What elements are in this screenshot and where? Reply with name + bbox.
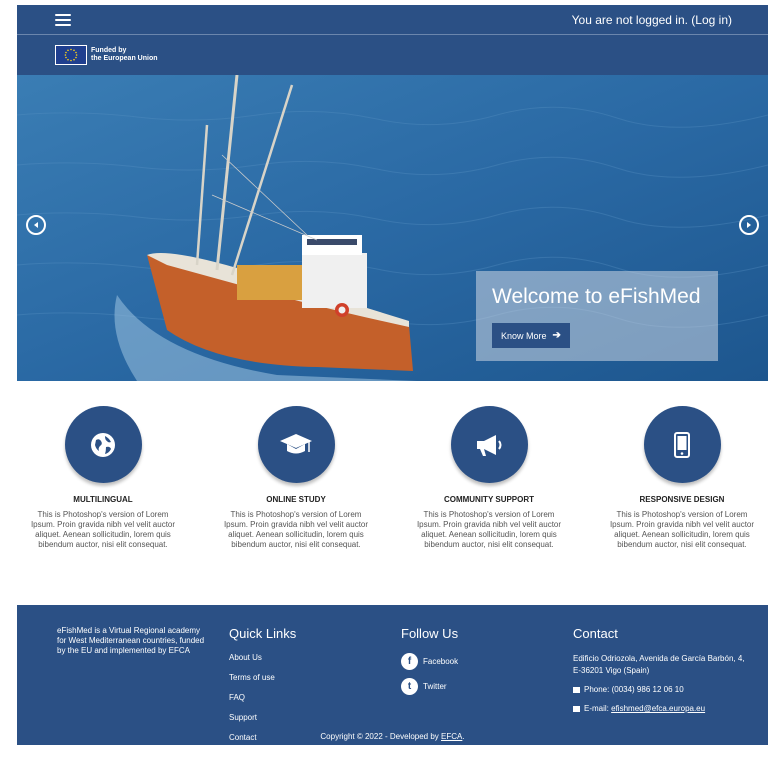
link-faq[interactable]: FAQ	[229, 693, 401, 702]
feature-title: COMMUNITY SUPPORT	[443, 495, 535, 504]
feature-text: This is Photoshop's version of Lorem Ips…	[30, 510, 176, 549]
copyright-suffix: .	[462, 732, 465, 741]
feature-text: This is Photoshop's version of Lorem Ips…	[223, 510, 369, 549]
facebook-label: Facebook	[423, 657, 459, 666]
top-navbar: You are not logged in. (Log in)	[17, 5, 768, 35]
phone-text: Phone: (0034) 986 12 06 10	[584, 685, 684, 694]
efca-link[interactable]: EFCA	[441, 732, 462, 741]
contact-phone: Phone: (0034) 986 12 06 10	[573, 685, 745, 694]
know-more-label: Know More	[501, 330, 547, 341]
link-support[interactable]: Support	[229, 713, 401, 722]
mobile-icon	[643, 406, 721, 483]
know-more-button[interactable]: Know More ➔	[492, 323, 570, 348]
phone-icon	[573, 686, 580, 693]
carousel-prev-button[interactable]	[26, 215, 46, 235]
hero-carousel: Welcome to eFishMed Know More ➔	[17, 75, 768, 381]
facebook-link[interactable]: f Facebook	[401, 653, 573, 670]
menu-icon[interactable]	[55, 13, 71, 26]
arrow-right-icon: ➔	[552, 330, 561, 341]
facebook-icon: f	[401, 653, 418, 670]
funded-line-2: the European Union	[91, 55, 158, 62]
funded-line-1: Funded by	[91, 47, 127, 54]
twitter-icon: t	[401, 678, 418, 695]
email-prefix: E-mail:	[584, 704, 609, 713]
feature-text: This is Photoshop's version of Lorem Ips…	[609, 510, 755, 549]
envelope-icon	[573, 705, 580, 712]
megaphone-icon	[450, 406, 528, 483]
feature-responsive-design: RESPONSIVE DESIGN This is Photoshop's ve…	[596, 406, 768, 605]
contact-address: Edificio Odriozola, Avenida de García Ba…	[573, 654, 745, 675]
feature-title: MULTILINGUAL	[73, 495, 133, 504]
feature-title: ONLINE STUDY	[266, 495, 326, 504]
feature-text: This is Photoshop's version of Lorem Ips…	[416, 510, 562, 549]
copyright-prefix: Copyright © 2022 - Developed by	[320, 732, 442, 741]
contact-title: Contact	[573, 626, 618, 641]
hero-title: Welcome to eFishMed	[492, 285, 701, 308]
graduation-cap-icon	[257, 406, 335, 483]
brand-bar: Funded by the European Union	[17, 35, 768, 75]
copyright: Copyright © 2022 - Developed by EFCA.	[17, 732, 768, 741]
page: You are not logged in. (Log in) Funded b…	[17, 5, 768, 745]
link-terms-of-use[interactable]: Terms of use	[229, 673, 401, 682]
feature-title: RESPONSIVE DESIGN	[639, 495, 725, 504]
feature-online-study: ONLINE STUDY This is Photoshop's version…	[210, 406, 382, 605]
globe-icon	[64, 406, 142, 483]
hero-caption: Welcome to eFishMed Know More ➔	[476, 271, 718, 361]
contact-email: E-mail: efishmed@efca.europa.eu	[573, 704, 745, 713]
feature-community-support: COMMUNITY SUPPORT This is Photoshop's ve…	[403, 406, 575, 605]
twitter-label: Twitter	[423, 682, 447, 691]
chevron-left-icon	[34, 222, 38, 228]
feature-multilingual: MULTILINGUAL This is Photoshop's version…	[17, 406, 189, 605]
carousel-next-button[interactable]	[739, 215, 759, 235]
email-link[interactable]: efishmed@efca.europa.eu	[611, 704, 705, 713]
twitter-link[interactable]: t Twitter	[401, 678, 573, 695]
footer: eFishMed is a Virtual Regional academy f…	[17, 605, 768, 745]
chevron-right-icon	[747, 222, 751, 228]
login-status[interactable]: You are not logged in. (Log in)	[572, 13, 732, 27]
link-about-us[interactable]: About Us	[229, 653, 401, 662]
eu-flag-icon	[55, 45, 87, 65]
follow-us-title: Follow Us	[401, 626, 459, 641]
quick-links-title: Quick Links	[229, 626, 297, 641]
eu-funding-label: Funded by the European Union	[91, 47, 158, 63]
features-section: MULTILINGUAL This is Photoshop's version…	[17, 381, 768, 605]
